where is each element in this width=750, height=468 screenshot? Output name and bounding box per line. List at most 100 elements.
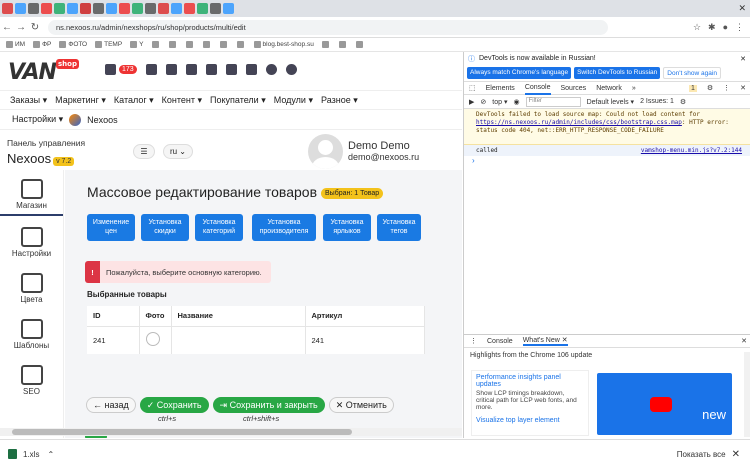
horizontal-scrollbar[interactable] [0, 428, 462, 436]
bookmark[interactable]: ФР [33, 40, 51, 48]
warning-count-badge[interactable]: 1 [688, 84, 697, 92]
tab-favicon[interactable] [145, 3, 156, 14]
tab-favicon[interactable] [223, 3, 234, 14]
language-select[interactable]: ru ⌄ [163, 144, 193, 159]
tab-favicon[interactable] [93, 3, 104, 14]
inspect-icon[interactable]: ⬚ [469, 84, 476, 92]
context-select[interactable]: top ▾ [492, 98, 507, 106]
list-toggle-icon[interactable]: ☰ [133, 144, 155, 159]
tab-favicon[interactable] [119, 3, 130, 14]
bookmark[interactable]: ИМ [6, 40, 25, 48]
show-all-button[interactable]: Показать все [677, 450, 726, 459]
cancel-button[interactable]: ✕ Отменить [328, 397, 394, 413]
tab-favicon[interactable] [158, 3, 169, 14]
back-button[interactable]: ← назад [86, 397, 136, 413]
tab-favicon[interactable] [28, 3, 39, 14]
catalog-icon[interactable] [165, 64, 177, 75]
set-categories-button[interactable]: Установка категорий [195, 214, 243, 241]
bookmark[interactable] [151, 40, 161, 48]
bookmark[interactable]: TEMP [95, 40, 122, 48]
bookmark[interactable] [202, 40, 212, 48]
tab-sources[interactable]: Sources [561, 85, 587, 92]
change-prices-button[interactable]: Изменение цен [87, 214, 135, 241]
product-thumbnail[interactable] [145, 332, 160, 347]
close-tab-icon[interactable]: ✕ [738, 3, 746, 14]
play-icon[interactable] [650, 397, 672, 412]
close-devtools-icon[interactable]: ✕ [740, 84, 750, 92]
column-header-sku[interactable]: Артикул [305, 306, 425, 327]
levels-select[interactable]: Default levels ▾ [587, 98, 634, 106]
tab-favicon[interactable] [54, 3, 65, 14]
tab-elements[interactable]: Elements [486, 85, 515, 92]
reload-icon[interactable]: ↻ [28, 22, 42, 33]
match-language-button[interactable]: Always match Chrome's language [467, 67, 572, 79]
tab-favicon[interactable] [67, 3, 78, 14]
tab-favicon[interactable] [197, 3, 208, 14]
whats-new-card[interactable]: Performance insights panel updates Show … [471, 370, 589, 436]
bookmark[interactable] [168, 40, 178, 48]
menu-item-nexoos[interactable]: Nexoos [87, 115, 118, 125]
table-row[interactable]: 241 241 [87, 326, 425, 354]
save-and-close-button[interactable]: ⇥ Сохранить и закрыть [212, 397, 325, 413]
console-prompt[interactable]: › [464, 156, 750, 165]
menu-item-marketing[interactable]: Маркетинг ▾ [55, 95, 106, 106]
archive-icon[interactable] [245, 64, 257, 75]
bookmark[interactable] [236, 40, 246, 48]
column-header-photo[interactable]: Фото [139, 306, 172, 327]
column-header-name[interactable]: Название [171, 306, 306, 327]
help-icon[interactable] [265, 64, 277, 75]
extensions-icon[interactable]: ✱ [708, 22, 716, 33]
set-tags-button[interactable]: Установка тегов [377, 214, 421, 241]
bookmark[interactable] [321, 40, 331, 48]
tab-favicon[interactable] [80, 3, 91, 14]
bookmark[interactable] [338, 40, 348, 48]
menu-item-content[interactable]: Контент ▾ [162, 95, 202, 106]
drawer-tab-whats-new[interactable]: What's New ✕ [522, 336, 568, 346]
devtools-menu-icon[interactable]: ⋮ [723, 84, 730, 92]
trash-icon[interactable] [225, 64, 237, 75]
avatar[interactable] [308, 134, 343, 169]
scroll-thumb[interactable] [12, 429, 352, 435]
bookmark[interactable] [355, 40, 365, 48]
issues-button[interactable]: 2 Issues: 1 [640, 98, 674, 105]
menu-item-misc[interactable]: Разное ▾ [321, 95, 358, 106]
close-download-bar-icon[interactable]: ✕ [732, 449, 740, 460]
log-source-link[interactable]: vamshop-menu.min.js?v7.2:144 [641, 147, 742, 154]
save-button[interactable]: ✓ Сохранить [139, 397, 209, 413]
menu-item-orders[interactable]: Заказы ▾ [10, 95, 47, 106]
dont-show-button[interactable]: Don't show again [663, 67, 721, 79]
bookmark[interactable] [185, 40, 195, 48]
tab-favicon[interactable] [171, 3, 182, 14]
vamshop-logo[interactable]: VAN shop [8, 59, 79, 85]
tab-favicon[interactable] [15, 3, 26, 14]
sidebar-item-templates[interactable]: Шаблоны [0, 308, 63, 354]
console-settings-icon[interactable]: ⚙ [680, 98, 686, 106]
browser-tab-strip[interactable]: ✕ [0, 0, 750, 17]
download-file-name[interactable]: 1.xls [23, 450, 39, 459]
filter-input[interactable]: Filter [525, 96, 581, 107]
cart-icon[interactable] [105, 64, 116, 75]
set-manufacturer-button[interactable]: Установка производителя [252, 214, 316, 241]
card-link[interactable]: Visualize top layer element [476, 417, 584, 424]
close-drawer-icon[interactable]: ✕ [741, 337, 750, 345]
tab-favicon[interactable] [184, 3, 195, 14]
set-labels-button[interactable]: Установка ярлыков [323, 214, 371, 241]
bookmark[interactable] [219, 40, 229, 48]
tab-console[interactable]: Console [524, 81, 551, 95]
close-info-icon[interactable]: ✕ [740, 55, 750, 63]
more-icon[interactable]: ⋮ [735, 22, 744, 33]
tab-favicon[interactable] [132, 3, 143, 14]
card-title[interactable]: Performance insights panel updates [476, 374, 584, 388]
download-menu-icon[interactable]: ⌃ [47, 450, 54, 459]
eye-icon[interactable]: ◉ [513, 98, 519, 106]
users-icon[interactable] [145, 64, 157, 75]
column-header-id[interactable]: ID [87, 306, 140, 327]
clipboard-icon[interactable] [205, 64, 217, 75]
menu-item-settings[interactable]: Настройки ▾ [12, 114, 63, 125]
menu-item-catalog[interactable]: Каталог ▾ [114, 95, 154, 106]
profile-icon[interactable]: ● [723, 22, 728, 33]
tab-network[interactable]: Network [596, 85, 622, 92]
sidebar-item-colors[interactable]: Цвета [0, 262, 63, 308]
tab-favicon[interactable] [210, 3, 221, 14]
video-thumbnail[interactable]: new [597, 373, 732, 435]
